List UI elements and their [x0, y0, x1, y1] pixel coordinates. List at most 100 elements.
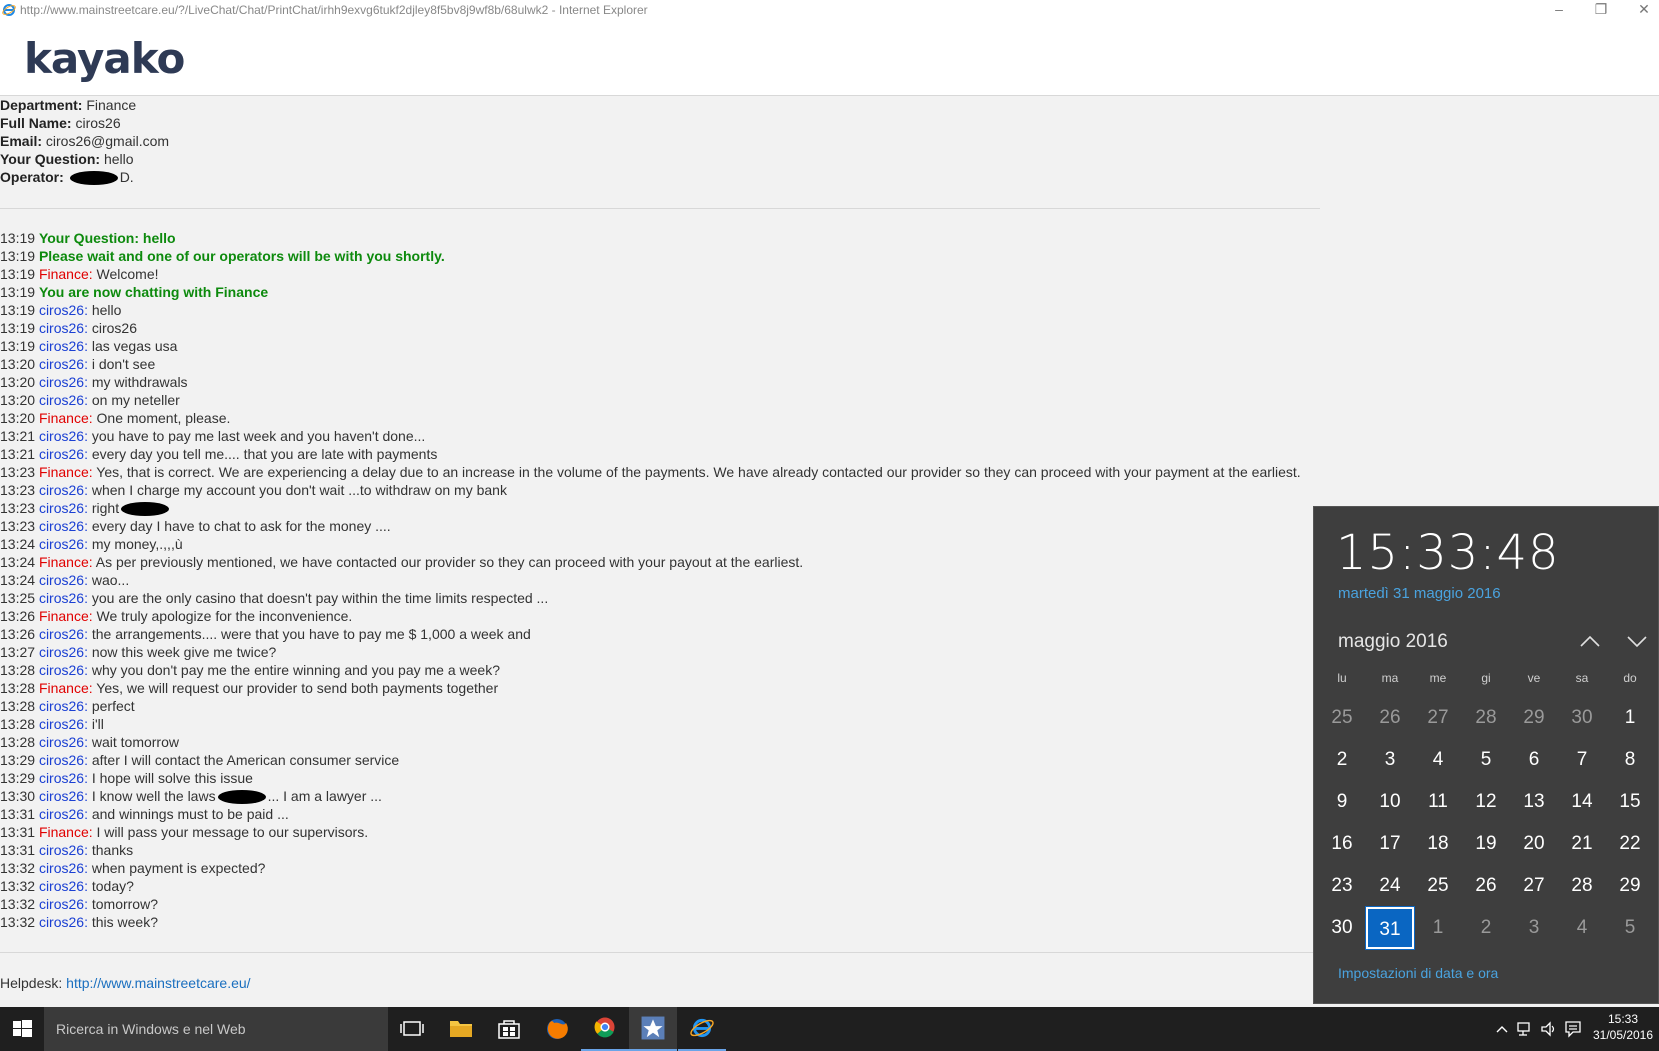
minimize-button[interactable]: –	[1544, 0, 1574, 20]
client-name: ciros26:	[38, 716, 88, 732]
chat-time: 13:31	[0, 842, 36, 858]
chevron-up-icon[interactable]	[1578, 631, 1602, 651]
calendar-day[interactable]: 5	[1606, 907, 1654, 949]
calendar-day[interactable]: 28	[1462, 697, 1510, 739]
calendar-day[interactable]: 29	[1606, 865, 1654, 907]
calendar-day[interactable]: 3	[1366, 739, 1414, 781]
store-icon[interactable]	[485, 1007, 533, 1051]
chat-time: 13:19	[0, 302, 36, 318]
chat-line: 13:29 ciros26: I hope will solve this is…	[0, 769, 1320, 787]
calendar-day[interactable]: 21	[1558, 823, 1606, 865]
chevron-up-icon[interactable]	[1494, 1019, 1510, 1039]
calendar-day[interactable]: 23	[1318, 865, 1366, 907]
chevron-down-icon[interactable]	[1625, 631, 1649, 651]
chrome-icon[interactable]	[581, 1007, 629, 1051]
calendar-day[interactable]: 9	[1318, 781, 1366, 823]
calendar-day[interactable]: 26	[1462, 865, 1510, 907]
calendar-day[interactable]: 18	[1414, 823, 1462, 865]
client-name: ciros26:	[38, 536, 88, 552]
chat-line: 13:25 ciros26: you are the only casino t…	[0, 589, 1320, 607]
info-row: Department: Finance	[0, 96, 1320, 114]
calendar-day[interactable]: 14	[1558, 781, 1606, 823]
chat-message: right	[87, 500, 120, 516]
calendar-day[interactable]: 24	[1366, 865, 1414, 907]
chat-time: 13:28	[0, 716, 36, 732]
calendar-day[interactable]: 26	[1366, 697, 1414, 739]
helpdesk-link[interactable]: http://www.mainstreetcare.eu/	[66, 975, 250, 991]
calendar-day[interactable]: 8	[1606, 739, 1654, 781]
calendar-day[interactable]: 22	[1606, 823, 1654, 865]
calendar-day[interactable]: 27	[1414, 697, 1462, 739]
calendar-day[interactable]: 2	[1462, 907, 1510, 949]
chat-time: 13:20	[0, 410, 36, 426]
calendar-day[interactable]: 10	[1366, 781, 1414, 823]
calendar-day[interactable]: 4	[1558, 907, 1606, 949]
calendar-day-today[interactable]: 31	[1365, 906, 1415, 950]
chat-time: 13:31	[0, 824, 36, 840]
client-name: ciros26:	[38, 356, 88, 372]
calendar-day[interactable]: 17	[1366, 823, 1414, 865]
chat-line: 13:32 ciros26: when payment is expected?	[0, 859, 1320, 877]
chat-line: 13:30 ciros26: I know well the laws ... I…	[0, 787, 1320, 805]
chat-time: 13:20	[0, 374, 36, 390]
chat-message: wait tomorrow	[87, 734, 179, 750]
calendar-day[interactable]: 30	[1318, 907, 1366, 949]
weekday-label: ma	[1381, 671, 1399, 685]
client-name: ciros26:	[38, 698, 88, 714]
internet-explorer-icon[interactable]	[678, 1007, 726, 1051]
calendar-day[interactable]: 19	[1462, 823, 1510, 865]
chat-line: 13:19 Your Question: hello	[0, 229, 1320, 247]
file-explorer-icon[interactable]	[437, 1007, 485, 1051]
calendar-day[interactable]: 29	[1510, 697, 1558, 739]
calendar-day[interactable]: 16	[1318, 823, 1366, 865]
client-name: ciros26:	[38, 878, 88, 894]
client-name: ciros26:	[38, 446, 88, 462]
volume-icon[interactable]	[1540, 1019, 1558, 1039]
calendar-day[interactable]: 3	[1510, 907, 1558, 949]
chat-time: 13:19	[0, 248, 36, 264]
calendar-day[interactable]: 5	[1462, 739, 1510, 781]
info-label: Your Question:	[0, 151, 101, 167]
taskbar-time: 15:33	[1607, 1012, 1639, 1026]
chat-line: 13:26 Finance: We truly apologize for th…	[0, 607, 1320, 625]
calendar-day[interactable]: 1	[1606, 697, 1654, 739]
calendar-day[interactable]: 12	[1462, 781, 1510, 823]
calendar-day[interactable]: 25	[1414, 865, 1462, 907]
calendar-day[interactable]: 1	[1414, 907, 1462, 949]
calendar-day[interactable]: 2	[1318, 739, 1366, 781]
firefox-icon[interactable]	[533, 1007, 581, 1051]
client-name: ciros26:	[38, 428, 88, 444]
date-time-settings-link[interactable]: Impostazioni di data e ora	[1338, 965, 1498, 981]
calendar-day[interactable]: 28	[1558, 865, 1606, 907]
calendar-day[interactable]: 11	[1414, 781, 1462, 823]
close-button[interactable]: ✕	[1629, 0, 1659, 20]
chat-message: my withdrawals	[87, 374, 188, 390]
calendar-day[interactable]: 20	[1510, 823, 1558, 865]
client-name: ciros26:	[38, 788, 88, 804]
calendar-day[interactable]: 4	[1414, 739, 1462, 781]
client-name: ciros26:	[38, 896, 88, 912]
long-date-link[interactable]: martedì 31 maggio 2016	[1338, 585, 1501, 602]
calendar-day[interactable]: 25	[1318, 697, 1366, 739]
restore-button[interactable]: ❐	[1586, 0, 1616, 20]
client-name: ciros26:	[38, 338, 88, 354]
star-app-icon[interactable]	[629, 1007, 677, 1051]
taskbar-clock[interactable]: 15:33 31/05/2016	[1588, 1011, 1658, 1043]
calendar-day[interactable]: 27	[1510, 865, 1558, 907]
calendar-day[interactable]: 6	[1510, 739, 1558, 781]
windows-start-icon[interactable]	[0, 1007, 44, 1051]
network-icon[interactable]	[1516, 1019, 1534, 1039]
chat-line: 13:23 Finance: Yes, that is correct. We …	[0, 463, 1320, 481]
calendar-day[interactable]: 13	[1510, 781, 1558, 823]
task-view-icon[interactable]	[388, 1007, 436, 1051]
chat-line: 13:19 Finance: Welcome!	[0, 265, 1320, 283]
notifications-icon[interactable]	[1564, 1019, 1582, 1039]
calendar-day[interactable]: 7	[1558, 739, 1606, 781]
calendar-day[interactable]: 15	[1606, 781, 1654, 823]
chat-line: 13:31 ciros26: thanks	[0, 841, 1320, 859]
month-label[interactable]: maggio 2016	[1338, 631, 1448, 653]
taskbar-search-input[interactable]: Ricerca in Windows e nel Web	[44, 1007, 388, 1051]
calendar-day[interactable]: 30	[1558, 697, 1606, 739]
client-name: ciros26:	[38, 752, 88, 768]
chat-line: 13:20 ciros26: on my neteller	[0, 391, 1320, 409]
